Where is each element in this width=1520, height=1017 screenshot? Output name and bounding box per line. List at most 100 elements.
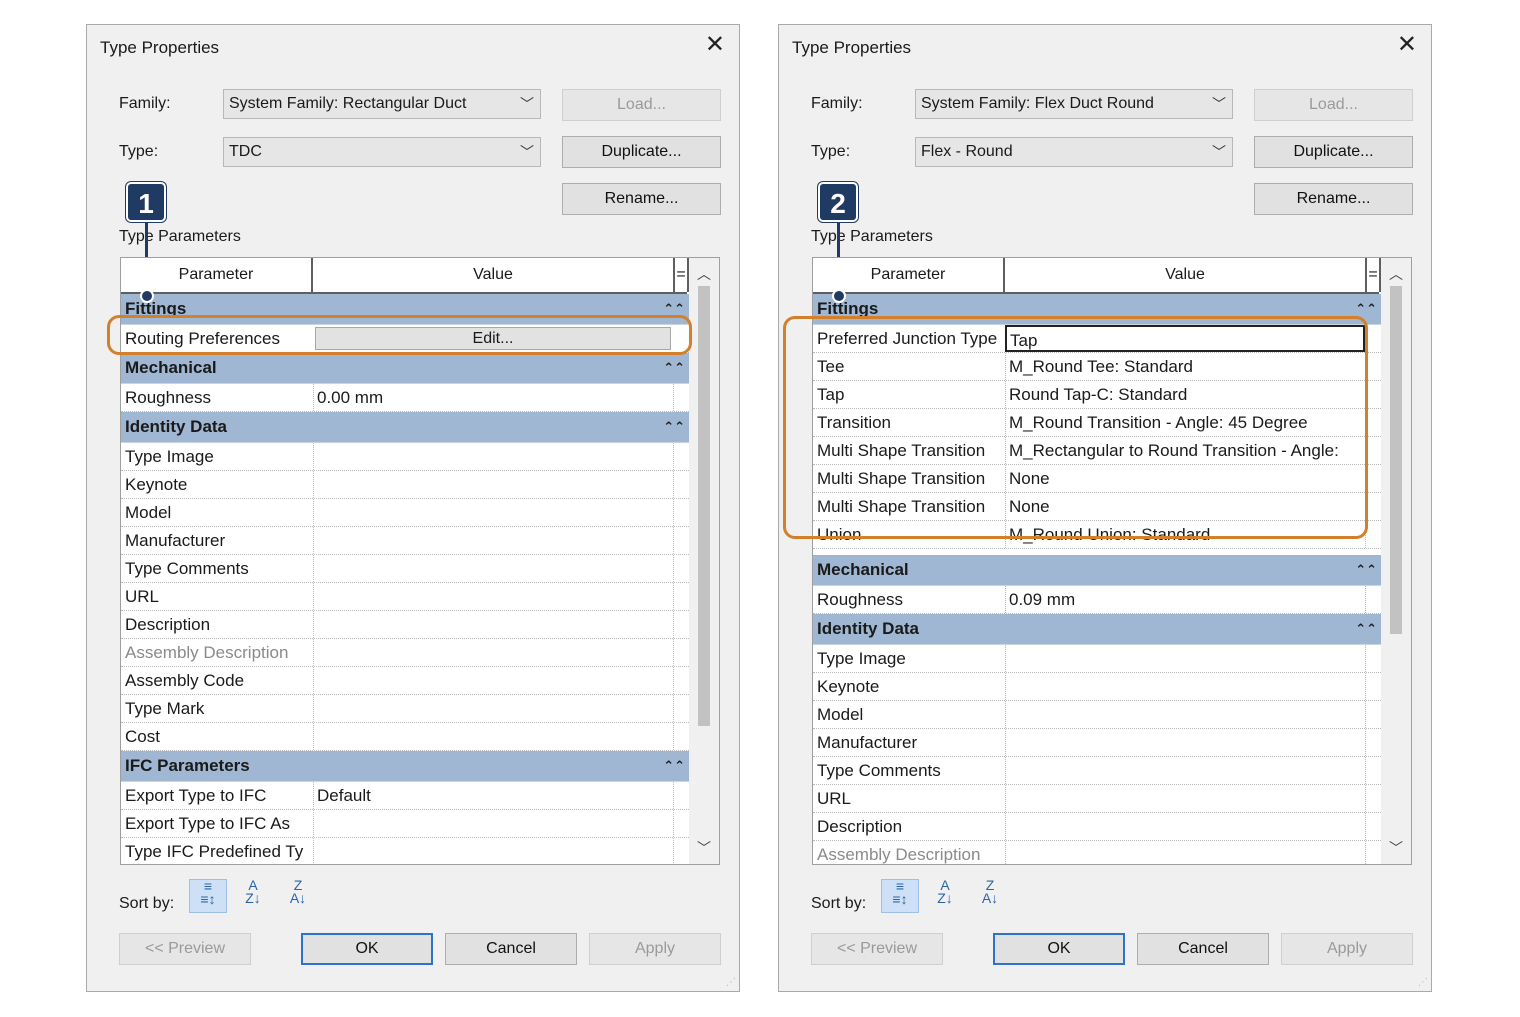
param-row[interactable]: URL [813, 785, 1383, 813]
param-row[interactable]: Model [813, 701, 1383, 729]
type-dropdown[interactable]: Flex - Round ﹀ [915, 137, 1233, 167]
param-value[interactable] [1005, 701, 1365, 728]
scroll-thumb[interactable] [1390, 286, 1402, 634]
param-value[interactable] [313, 499, 673, 526]
param-row[interactable]: Description [813, 813, 1383, 841]
sort-descending-icon[interactable]: Z A↓ [279, 878, 317, 913]
collapse-icon[interactable]: ⌃⌃ [1355, 555, 1377, 585]
group-ifc-parameters[interactable]: IFC Parameters ⌃⌃ [121, 751, 691, 782]
param-value[interactable] [313, 527, 673, 554]
param-value[interactable] [313, 838, 673, 864]
preview-button[interactable]: << Preview [119, 933, 251, 965]
cancel-button[interactable]: Cancel [1137, 933, 1269, 965]
column-value[interactable]: Value [1005, 258, 1367, 292]
param-value[interactable] [313, 639, 673, 666]
param-row-roughness[interactable]: Roughness 0.09 mm [813, 586, 1383, 614]
collapse-icon[interactable]: ⌃⌃ [1355, 614, 1377, 644]
sort-by-group-icon[interactable]: ≡ ≡↕ [189, 879, 227, 913]
rename-button[interactable]: Rename... [562, 183, 721, 215]
scroll-up-icon[interactable]: ︿ [689, 264, 719, 284]
param-value[interactable] [313, 471, 673, 498]
param-value[interactable] [313, 555, 673, 582]
param-row-roughness[interactable]: Roughness 0.00 mm [121, 384, 691, 412]
param-value[interactable] [313, 667, 673, 694]
collapse-icon[interactable]: ⌃⌃ [663, 751, 685, 781]
param-value[interactable] [313, 443, 673, 470]
column-value[interactable]: Value [313, 258, 675, 292]
param-value[interactable] [1005, 673, 1365, 700]
apply-button[interactable]: Apply [589, 933, 721, 965]
param-value[interactable]: 0.00 mm [313, 384, 673, 411]
param-value[interactable] [313, 583, 673, 610]
close-icon[interactable]: ✕ [705, 33, 725, 57]
param-row[interactable]: Type IFC Predefined Ty [121, 838, 691, 864]
group-identity-data[interactable]: Identity Data ⌃⌃ [813, 614, 1383, 645]
param-row[interactable]: URL [121, 583, 691, 611]
param-row[interactable]: Keynote [121, 471, 691, 499]
close-icon[interactable]: ✕ [1397, 33, 1417, 57]
param-row[interactable]: Assembly Code [121, 667, 691, 695]
param-value[interactable]: 0.09 mm [1005, 586, 1365, 613]
param-value[interactable] [313, 810, 673, 837]
duplicate-button[interactable]: Duplicate... [562, 136, 721, 168]
param-value[interactable] [1005, 757, 1365, 784]
param-value[interactable] [1005, 813, 1365, 840]
param-row[interactable]: Description [121, 611, 691, 639]
param-row[interactable]: Manufacturer [121, 527, 691, 555]
param-value[interactable] [313, 723, 673, 750]
vertical-scrollbar[interactable]: ︿ ﹀ [689, 258, 719, 864]
sort-ascending-icon[interactable]: A Z↓ [926, 878, 964, 913]
cancel-button[interactable]: Cancel [445, 933, 577, 965]
param-value[interactable] [1005, 841, 1365, 864]
param-row[interactable]: Type Comments [813, 757, 1383, 785]
sort-by-group-icon[interactable]: ≡ ≡↕ [881, 879, 919, 913]
ok-button[interactable]: OK [301, 933, 433, 965]
collapse-icon[interactable]: ⌃⌃ [663, 353, 685, 383]
param-row[interactable]: Assembly Description [121, 639, 691, 667]
group-identity-data[interactable]: Identity Data ⌃⌃ [121, 412, 691, 443]
type-dropdown[interactable]: TDC ﹀ [223, 137, 541, 167]
family-dropdown[interactable]: System Family: Rectangular Duct ﹀ [223, 89, 541, 119]
load-button[interactable]: Load... [1254, 89, 1413, 121]
resize-grip-icon[interactable]: ⋰ [1418, 977, 1428, 988]
param-row[interactable]: Assembly Description [813, 841, 1383, 864]
param-value[interactable] [313, 695, 673, 722]
param-value[interactable] [1005, 729, 1365, 756]
param-row[interactable]: Type Mark [121, 695, 691, 723]
column-parameter[interactable]: Parameter [813, 258, 1005, 292]
resize-grip-icon[interactable]: ⋰ [726, 977, 736, 988]
param-row[interactable]: Export Type to IFC Default [121, 782, 691, 810]
param-value[interactable] [1005, 785, 1365, 812]
family-dropdown[interactable]: System Family: Flex Duct Round ﹀ [915, 89, 1233, 119]
scroll-down-icon[interactable]: ﹀ [1381, 838, 1411, 858]
param-row[interactable]: Keynote [813, 673, 1383, 701]
param-row[interactable]: Type Comments [121, 555, 691, 583]
sort-ascending-icon[interactable]: A Z↓ [234, 878, 272, 913]
param-value[interactable]: Default [313, 782, 673, 809]
param-row[interactable]: Type Image [813, 645, 1383, 673]
apply-button[interactable]: Apply [1281, 933, 1413, 965]
param-row[interactable]: Type Image [121, 443, 691, 471]
collapse-icon[interactable]: ⌃⌃ [663, 412, 685, 442]
column-parameter[interactable]: Parameter [121, 258, 313, 292]
param-row[interactable]: Model [121, 499, 691, 527]
column-eq[interactable]: = [1367, 258, 1381, 292]
column-eq[interactable]: = [675, 258, 689, 292]
sort-descending-icon[interactable]: Z A↓ [971, 878, 1009, 913]
load-button[interactable]: Load... [562, 89, 721, 121]
duplicate-button[interactable]: Duplicate... [1254, 136, 1413, 168]
group-mechanical[interactable]: Mechanical ⌃⌃ [813, 555, 1383, 586]
preview-button[interactable]: << Preview [811, 933, 943, 965]
param-value[interactable] [313, 611, 673, 638]
param-row[interactable]: Manufacturer [813, 729, 1383, 757]
group-mechanical[interactable]: Mechanical ⌃⌃ [121, 353, 691, 384]
scroll-up-icon[interactable]: ︿ [1381, 264, 1411, 284]
scroll-down-icon[interactable]: ﹀ [689, 838, 719, 858]
rename-button[interactable]: Rename... [1254, 183, 1413, 215]
param-row[interactable]: Export Type to IFC As [121, 810, 691, 838]
param-row[interactable]: Cost [121, 723, 691, 751]
param-value[interactable] [1005, 645, 1365, 672]
vertical-scrollbar[interactable]: ︿ ﹀ [1381, 258, 1411, 864]
scroll-thumb[interactable] [698, 286, 710, 726]
ok-button[interactable]: OK [993, 933, 1125, 965]
